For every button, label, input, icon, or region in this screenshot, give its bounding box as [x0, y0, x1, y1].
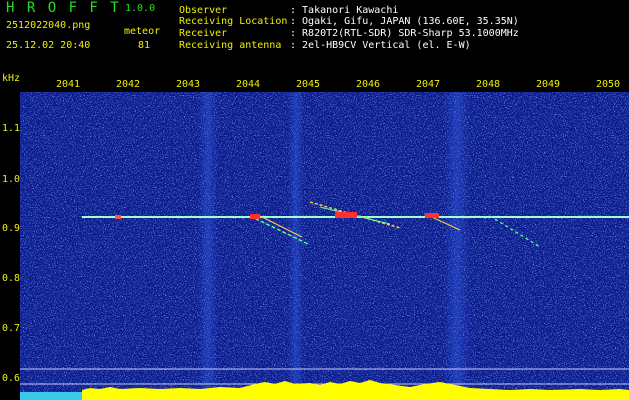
noise-band	[288, 92, 304, 392]
meteor-head	[115, 215, 121, 219]
x-tick-label: 2046	[355, 79, 381, 90]
x-tick-label: 2047	[415, 79, 441, 90]
y-tick-label: 0.7	[2, 323, 21, 334]
info-receiver-key: Receiver	[179, 28, 228, 39]
info-antenna-value: : 2el-HB9CV Vertical (el. E-W)	[290, 40, 471, 51]
y-tick-label: 0.6	[2, 373, 21, 384]
noise-band	[444, 92, 470, 392]
capture-datetime: 25.12.02 20:40	[6, 40, 91, 51]
spectrum-base-left	[20, 392, 82, 400]
meteor-head	[425, 213, 439, 218]
y-tick-label: 0.9	[2, 223, 21, 234]
y-tick-label: 1.0	[2, 174, 21, 185]
app-version: 1.0.0	[125, 3, 156, 14]
detection-type: meteor	[124, 26, 161, 37]
x-tick-label: 2042	[115, 79, 141, 90]
x-tick-label: 2048	[475, 79, 501, 90]
app-title: H R O F F T	[6, 0, 121, 16]
noise-band	[198, 92, 218, 392]
info-antenna-key: Receiving antenna	[179, 40, 282, 51]
info-location-value: : Ogaki, Gifu, JAPAN (136.60E, 35.35N)	[290, 16, 519, 27]
x-tick-label: 2043	[175, 79, 201, 90]
y-tick-label: 0.8	[2, 273, 21, 284]
y-tick-label: 1.1	[2, 123, 21, 134]
y-axis-unit: kHz	[2, 73, 21, 84]
spectrogram-plot	[20, 92, 629, 400]
info-observer-key: Observer	[179, 5, 228, 16]
x-tick-label: 2044	[235, 79, 261, 90]
info-receiver-value: : R820T2(RTL-SDR) SDR-Sharp 53.1000MHz	[290, 28, 519, 39]
x-tick-label: 2045	[295, 79, 321, 90]
file-name: 2512022040.png	[6, 20, 91, 31]
x-tick-label: 2049	[535, 79, 561, 90]
meteor-head	[250, 214, 260, 219]
detection-count: 81	[138, 40, 151, 51]
info-observer-value: : Takanori Kawachi	[290, 5, 399, 16]
meteor-head	[335, 212, 357, 218]
x-tick-label: 2050	[595, 79, 621, 90]
info-location-key: Receiving Location	[179, 16, 288, 27]
x-tick-label: 2041	[55, 79, 81, 90]
